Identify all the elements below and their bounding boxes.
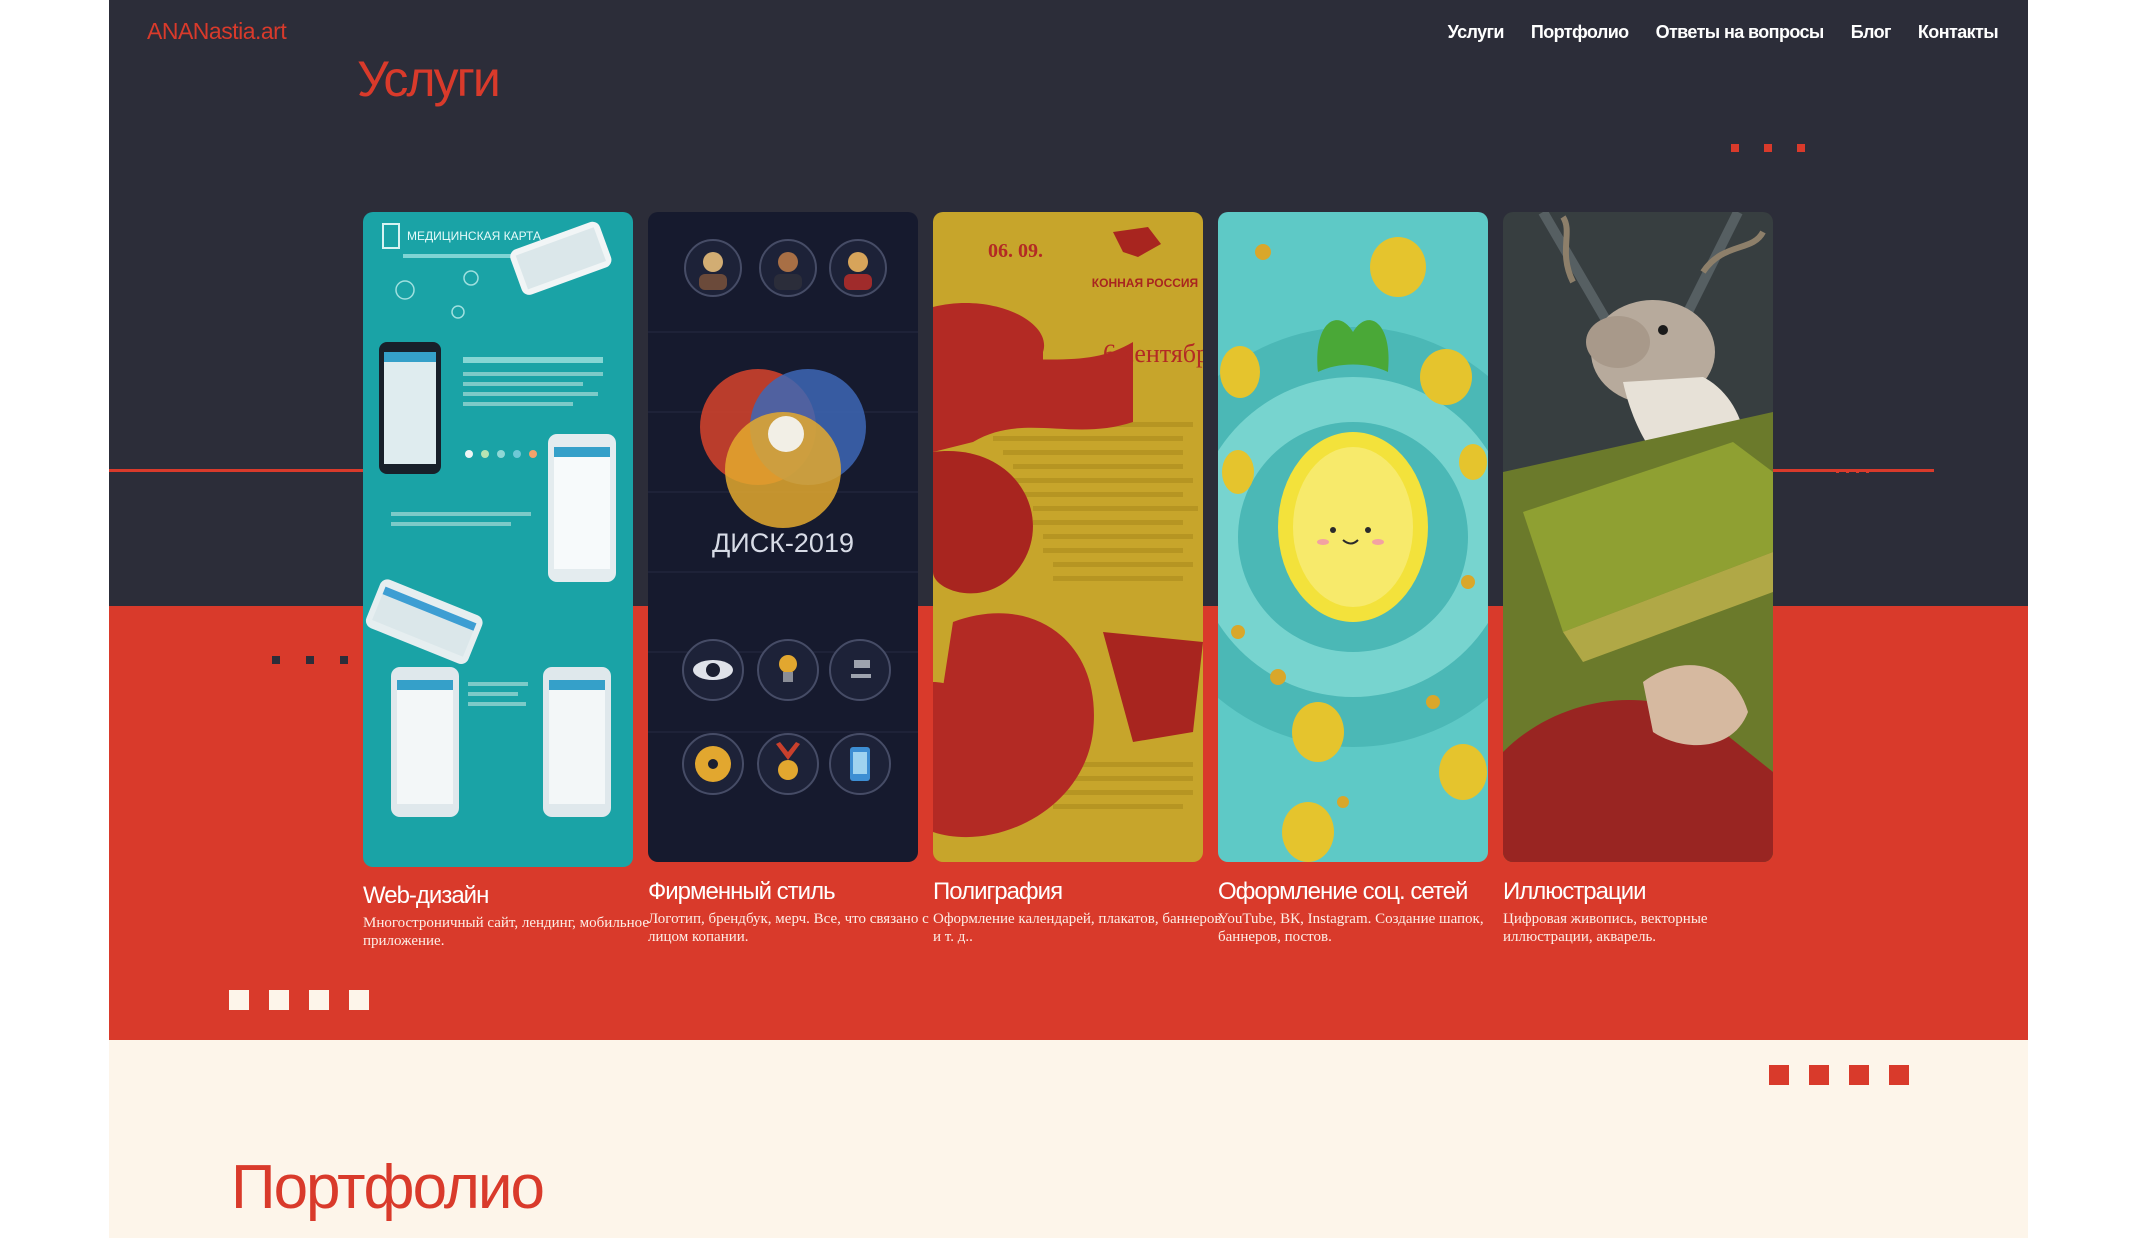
decor-dot <box>1866 470 1869 473</box>
decor-dots-line-end <box>1836 470 1869 473</box>
service-title: Фирменный стиль <box>648 878 836 905</box>
decor-dot <box>1731 144 1739 152</box>
decor-dots-left <box>272 656 348 664</box>
decor-line-left <box>109 469 369 472</box>
main-nav: Услуги Портфолио Ответы на вопросы Блог … <box>1448 22 1999 43</box>
printing-image-logo: КОННАЯ РОССИЯ <box>1092 276 1198 290</box>
service-description: Цифровая живопись, векторные иллюстрации… <box>1503 911 1708 945</box>
decor-dots-top-right <box>1731 144 1805 152</box>
decor-dot <box>306 656 314 664</box>
decor-square <box>1849 1065 1869 1085</box>
service-description: Логотип, брендбук, мерч. Все, что связан… <box>648 911 929 945</box>
service-card-web-design[interactable]: МЕДИЦИНСКАЯ КАРТА <box>363 212 633 867</box>
brand-identity-image: ДИСК-2019 <box>648 212 918 862</box>
service-card-illustrations[interactable] <box>1503 212 1773 862</box>
decor-square <box>229 990 249 1010</box>
web-design-image: МЕДИЦИНСКАЯ КАРТА <box>363 212 633 867</box>
services-title: Услуги <box>357 51 501 107</box>
printing-image-date: 06. 09. <box>988 240 1043 262</box>
decor-squares-white <box>229 990 369 1010</box>
decor-dot <box>1797 144 1805 152</box>
decor-square <box>309 990 329 1010</box>
service-title: Web-дизайн <box>363 882 489 909</box>
service-card-social-media[interactable] <box>1218 212 1488 862</box>
nav-item-faq[interactable]: Ответы на вопросы <box>1656 22 1825 43</box>
decor-square <box>1809 1065 1829 1085</box>
web-image-text: МЕДИЦИНСКАЯ КАРТА <box>407 229 541 243</box>
site-logo[interactable]: ANANastia.art <box>147 18 287 45</box>
decor-square <box>1889 1065 1909 1085</box>
page: ANANastia.art Услуги Портфолио Ответы на… <box>109 0 2028 1238</box>
service-card-brand-identity[interactable]: ДИСК-2019 <box>648 212 918 862</box>
decor-square <box>349 990 369 1010</box>
service-description: YouTube, ВК, Instagram. Создание шапок, … <box>1218 911 1484 945</box>
decor-dot <box>1856 470 1859 473</box>
printing-image-subtitle: 6 сентября <box>1103 339 1203 368</box>
decor-squares-red <box>1769 1065 1909 1085</box>
service-caption-printing: Полиграфия Оформление календарей, плакат… <box>933 878 1223 946</box>
service-card-printing[interactable]: 06. 09. КОННАЯ РОССИЯ 6 сентября <box>933 212 1203 862</box>
service-caption-web-design: Web-дизайн Многостроничный сайт, лендинг… <box>363 882 653 950</box>
service-description: Многостроничный сайт, лендинг, мобильное… <box>363 915 650 949</box>
decor-dot <box>1764 144 1772 152</box>
printing-image: 06. 09. КОННАЯ РОССИЯ 6 сентября <box>933 212 1203 862</box>
service-caption-illustrations: Иллюстрации Цифровая живопись, векторные… <box>1503 878 1793 946</box>
service-caption-brand-identity: Фирменный стиль Логотип, брендбук, мерч.… <box>648 878 938 946</box>
nav-item-services[interactable]: Услуги <box>1448 22 1505 43</box>
decor-dot <box>340 656 348 664</box>
decor-square <box>1769 1065 1789 1085</box>
decor-square <box>269 990 289 1010</box>
service-title: Оформление соц. сетей <box>1218 878 1468 905</box>
service-title: Полиграфия <box>933 878 1063 905</box>
decor-dot <box>272 656 280 664</box>
nav-item-contacts[interactable]: Контакты <box>1918 22 1999 43</box>
brand-image-text: ДИСК-2019 <box>712 528 854 558</box>
service-caption-social-media: Оформление соц. сетей YouTube, ВК, Insta… <box>1218 878 1508 946</box>
decor-dot <box>1836 470 1839 473</box>
illustrations-image <box>1503 212 1773 862</box>
portfolio-title: Портфолио <box>231 1153 545 1222</box>
service-description: Оформление календарей, плакатов, баннеро… <box>933 911 1222 945</box>
nav-item-portfolio[interactable]: Портфолио <box>1531 22 1629 43</box>
nav-item-blog[interactable]: Блог <box>1851 22 1892 43</box>
service-title: Иллюстрации <box>1503 878 1647 905</box>
social-media-image <box>1218 212 1488 862</box>
decor-dot <box>1846 470 1849 473</box>
